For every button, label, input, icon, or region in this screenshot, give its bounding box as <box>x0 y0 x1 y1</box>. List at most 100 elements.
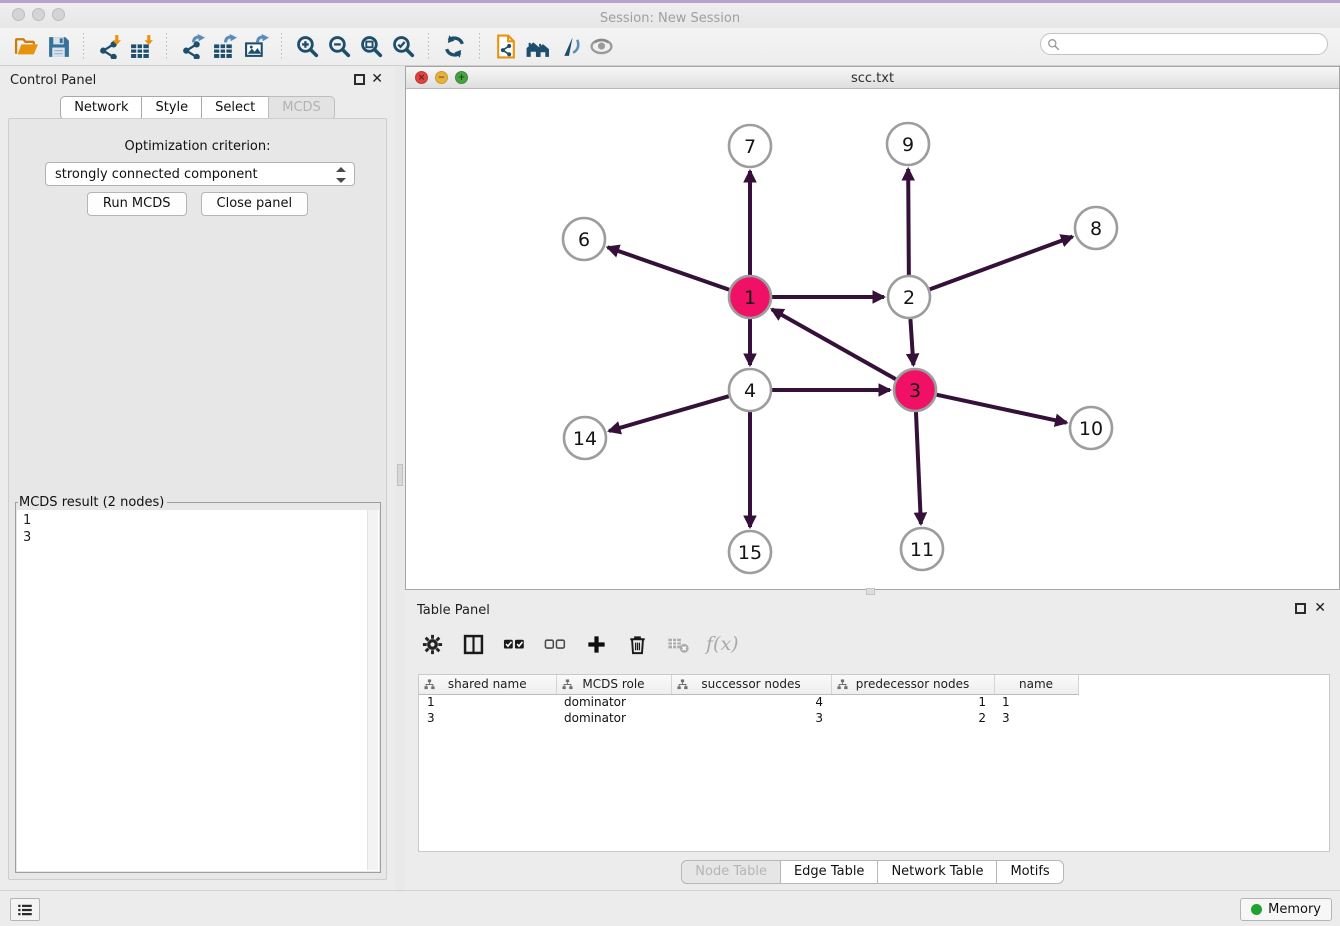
graph-node-1[interactable]: 1 <box>729 276 771 318</box>
table-cell[interactable]: 1 <box>994 694 1078 710</box>
close-panel-button[interactable]: Close panel <box>201 192 309 216</box>
graph-node-6[interactable]: 6 <box>563 218 605 260</box>
table-cell[interactable]: 3 <box>994 710 1078 726</box>
table-cell[interactable]: 2 <box>831 710 994 726</box>
svg-text:3: 3 <box>909 380 921 402</box>
import-network-button[interactable] <box>93 32 125 62</box>
table-cell[interactable]: 1 <box>419 694 556 710</box>
float-panel-icon[interactable] <box>354 74 365 85</box>
graph-node-10[interactable]: 10 <box>1070 407 1112 449</box>
search-input[interactable] <box>1060 37 1327 51</box>
table-float-panel-icon[interactable] <box>1295 603 1306 614</box>
graph-node-4[interactable]: 4 <box>729 369 771 411</box>
graph-node-15[interactable]: 15 <box>729 531 771 573</box>
column-header-predecessor-nodes[interactable]: predecessor nodes <box>831 675 994 694</box>
graph-node-14[interactable]: 14 <box>564 417 606 459</box>
export-table-button[interactable] <box>208 32 240 62</box>
save-button[interactable] <box>42 32 74 62</box>
tab-node-table[interactable]: Node Table <box>681 860 781 884</box>
graph-node-3[interactable]: 3 <box>894 369 936 411</box>
home-icon <box>525 34 550 59</box>
home-button[interactable] <box>521 32 553 62</box>
deselect-all-icon <box>544 633 567 656</box>
memory-button[interactable]: Memory <box>1240 898 1332 921</box>
table-cell[interactable]: 3 <box>419 710 556 726</box>
zoom-out-button[interactable] <box>323 32 355 62</box>
dropdown-stepper-icon <box>336 167 347 183</box>
clone-network-button[interactable] <box>489 32 521 62</box>
graph-node-2[interactable]: 2 <box>888 276 930 318</box>
zoom-fit-button[interactable] <box>355 32 387 62</box>
tab-network-table[interactable]: Network Table <box>877 860 997 884</box>
table-cell[interactable]: dominator <box>556 694 671 710</box>
tab-motifs[interactable]: Motifs <box>996 860 1063 884</box>
svg-text:7: 7 <box>744 136 756 158</box>
tab-mcds[interactable]: MCDS <box>268 96 335 120</box>
column-header-name[interactable]: name <box>994 675 1078 694</box>
table-close-panel-icon[interactable]: ✕ <box>1314 600 1326 616</box>
mcds-result-list[interactable]: 13 <box>17 510 379 871</box>
tab-edge-table[interactable]: Edge Table <box>780 860 878 884</box>
graph-edge-3-1[interactable] <box>772 309 896 379</box>
optimization-criterion-label: Optimization criterion: <box>9 139 386 154</box>
column-header-MCDS-role[interactable]: MCDS role <box>556 675 671 694</box>
delete-button[interactable] <box>624 631 650 657</box>
svg-text:4: 4 <box>744 380 756 402</box>
network-graph[interactable]: 7 9 6 8 1 2 4 3 14 10 15 11 <box>406 89 1339 589</box>
deselect-all-button[interactable] <box>542 631 568 657</box>
refresh-button[interactable] <box>438 32 470 62</box>
graph-edge-2-3[interactable] <box>910 319 913 365</box>
graph-node-8[interactable]: 8 <box>1075 207 1117 249</box>
network-window-titlebar[interactable]: × − + scc.txt <box>406 67 1339 89</box>
export-network-button[interactable] <box>176 32 208 62</box>
delete-table-button[interactable] <box>665 631 691 657</box>
graph-edge-3-10[interactable] <box>937 395 1067 423</box>
column-header-shared-name[interactable]: shared name <box>419 675 556 694</box>
column-header-successor-nodes[interactable]: successor nodes <box>671 675 831 694</box>
tab-style[interactable]: Style <box>141 96 202 120</box>
graph-edge-4-14[interactable] <box>609 396 729 431</box>
import-table-button[interactable] <box>125 32 157 62</box>
graph-node-7[interactable]: 7 <box>729 125 771 167</box>
table-cell[interactable]: 4 <box>671 694 831 710</box>
graph-node-11[interactable]: 11 <box>901 528 943 570</box>
export-image-button[interactable] <box>240 32 272 62</box>
horizontal-splitter-handle[interactable] <box>866 588 875 595</box>
table-panel-title: Table Panel <box>417 603 490 618</box>
table-cell[interactable]: 1 <box>831 694 994 710</box>
graphics-details-button[interactable] <box>553 32 585 62</box>
graph-edge-1-6[interactable] <box>608 247 730 289</box>
toolbar-separator <box>281 33 282 61</box>
function-button[interactable]: f(x) <box>706 631 739 657</box>
search-field[interactable] <box>1040 33 1328 55</box>
svg-text:11: 11 <box>910 539 934 561</box>
svg-text:10: 10 <box>1079 418 1103 440</box>
tab-select[interactable]: Select <box>201 96 269 120</box>
zoom-selected-button[interactable] <box>387 32 419 62</box>
graph-edge-3-11[interactable] <box>916 412 921 524</box>
result-scrollbar[interactable] <box>367 510 378 870</box>
graph-edge-2-9[interactable] <box>908 169 909 275</box>
vertical-splitter[interactable] <box>395 66 405 890</box>
table-row[interactable]: 3dominator323 <box>419 710 1078 726</box>
zoom-in-button[interactable] <box>291 32 323 62</box>
criterion-dropdown[interactable]: strongly connected component <box>45 162 355 186</box>
gear-button[interactable] <box>419 631 445 657</box>
add-button[interactable] <box>583 631 609 657</box>
splitter-handle[interactable] <box>397 464 403 486</box>
task-history-button[interactable] <box>10 898 40 921</box>
columns-button[interactable] <box>460 631 486 657</box>
graph-edge-2-8[interactable] <box>930 237 1073 290</box>
node-table-container[interactable]: shared nameMCDS rolesuccessor nodesprede… <box>418 674 1330 852</box>
toolbar-separator <box>428 33 429 61</box>
select-all-button[interactable] <box>501 631 527 657</box>
graph-node-9[interactable]: 9 <box>887 123 929 165</box>
table-cell[interactable]: 3 <box>671 710 831 726</box>
close-panel-icon[interactable]: ✕ <box>371 71 383 87</box>
eye-button[interactable] <box>585 32 617 62</box>
table-row[interactable]: 1dominator411 <box>419 694 1078 710</box>
open-button[interactable] <box>10 32 42 62</box>
run-mcds-button[interactable]: Run MCDS <box>87 192 187 216</box>
tab-network[interactable]: Network <box>60 96 142 120</box>
table-cell[interactable]: dominator <box>556 710 671 726</box>
